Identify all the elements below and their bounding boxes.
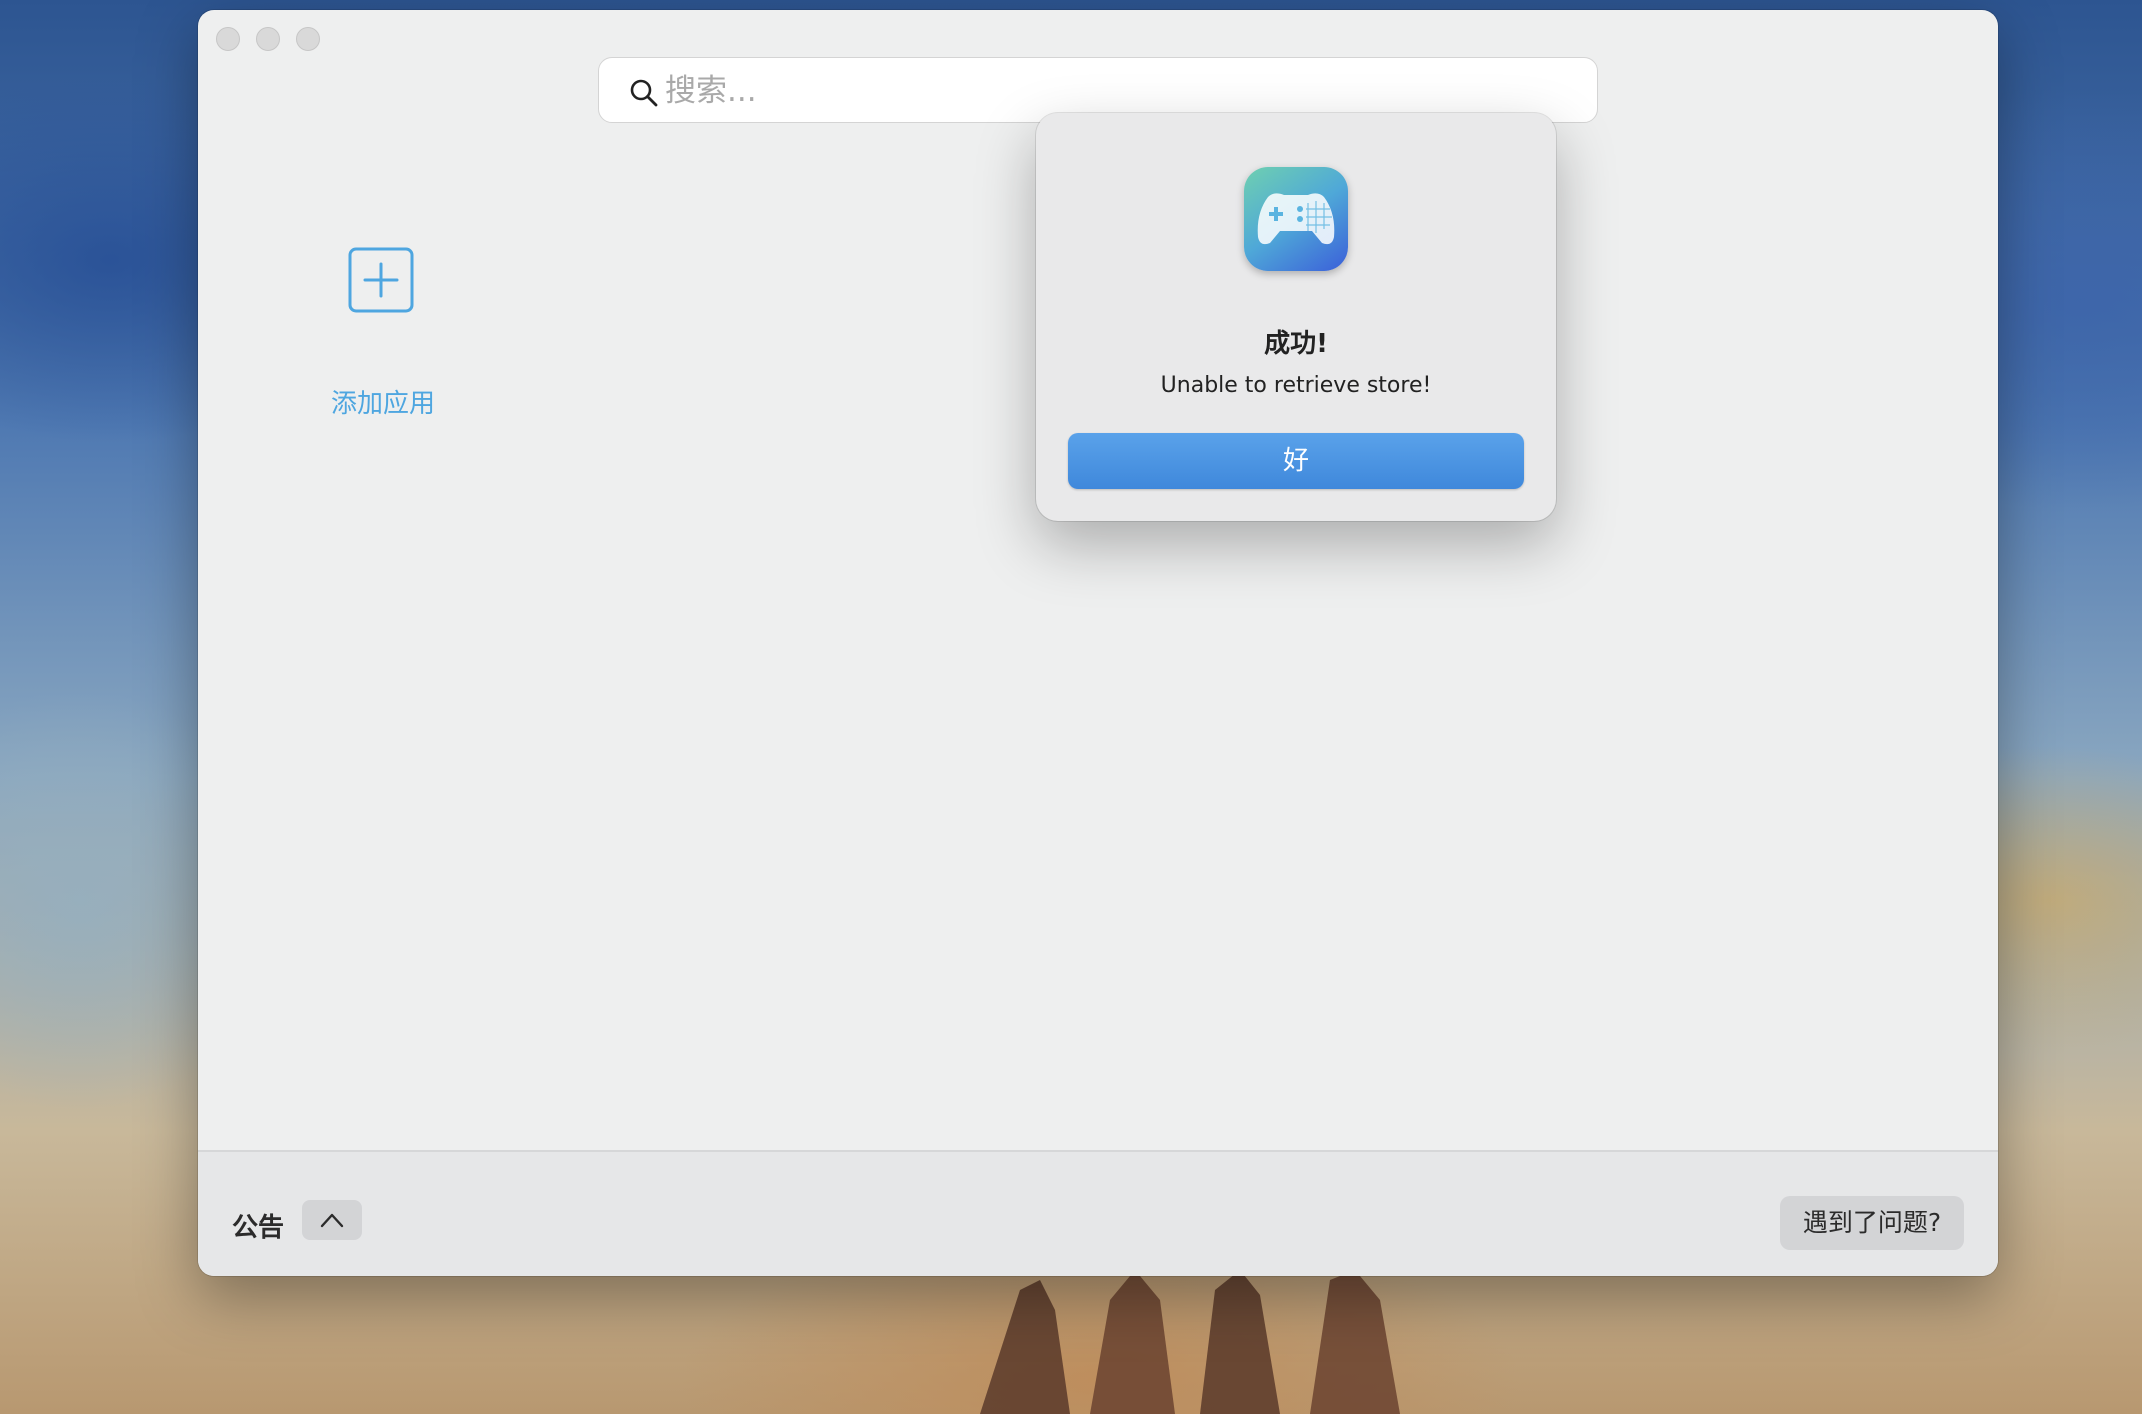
plus-square-icon xyxy=(348,247,414,313)
add-app-label: 添加应用 xyxy=(330,389,435,419)
help-button[interactable]: 遇到了问题? xyxy=(1780,1196,1964,1250)
chevron-up-icon xyxy=(320,1213,344,1228)
minimize-window-button[interactable] xyxy=(256,27,280,51)
alert-dialog: 成功! Unable to retrieve store! 好 xyxy=(1036,113,1556,521)
add-app-button[interactable]: 添加应用 xyxy=(318,235,458,435)
notice-toggle-button[interactable] xyxy=(302,1200,362,1240)
zoom-window-button[interactable] xyxy=(296,27,320,51)
app-window: 添加应用 公告 遇到了问题? xyxy=(198,10,1998,1276)
dialog-message: Unable to retrieve store! xyxy=(1160,373,1432,398)
search-input[interactable] xyxy=(663,66,1567,116)
close-window-button[interactable] xyxy=(216,27,240,51)
gamepad-icon xyxy=(1244,167,1348,271)
search-icon xyxy=(630,79,658,107)
wallpaper-figures xyxy=(980,1270,1400,1414)
ok-button[interactable]: 好 xyxy=(1068,433,1524,489)
notice-label: 公告 xyxy=(232,1213,285,1243)
footer-bar: 公告 遇到了问题? xyxy=(198,1150,1998,1276)
dialog-title: 成功! xyxy=(1264,329,1328,359)
